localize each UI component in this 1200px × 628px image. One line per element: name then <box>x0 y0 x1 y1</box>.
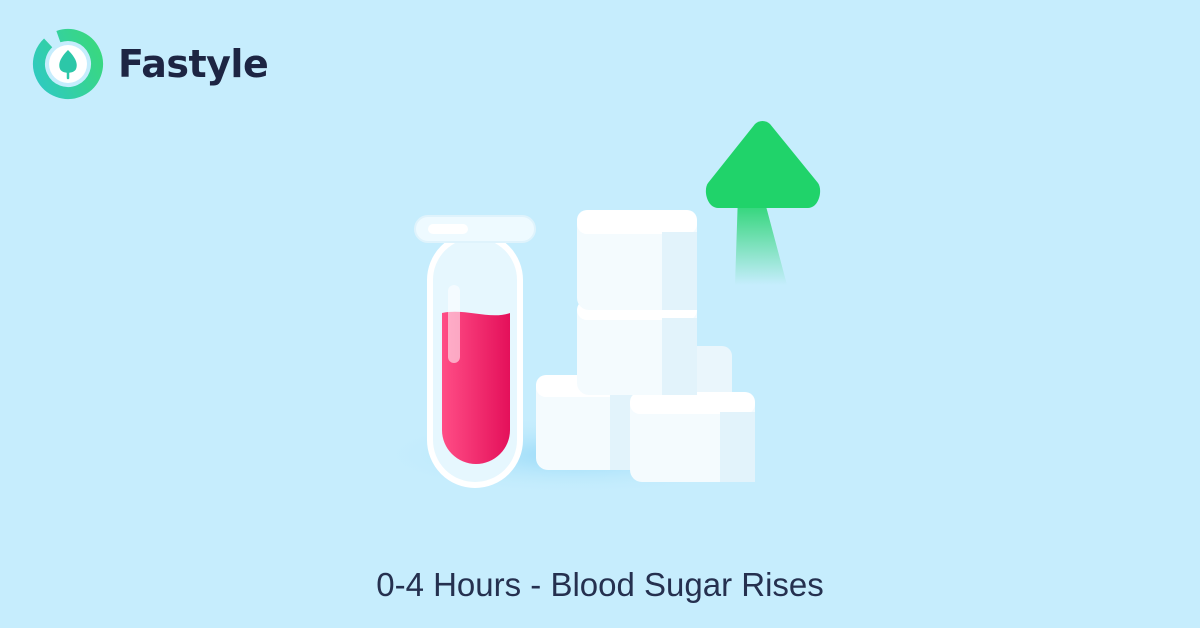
caption: 0-4 Hours - Blood Sugar Rises <box>376 566 824 603</box>
brand-name: Fastyle <box>118 42 269 86</box>
arrow-up-icon <box>705 121 821 285</box>
test-tube-icon <box>414 215 536 488</box>
leaf-ring-icon <box>33 29 103 99</box>
sugar-cubes-icon <box>536 210 755 482</box>
brand-header: Fastyle <box>32 28 269 100</box>
blood-sugar-illustration <box>375 121 821 495</box>
